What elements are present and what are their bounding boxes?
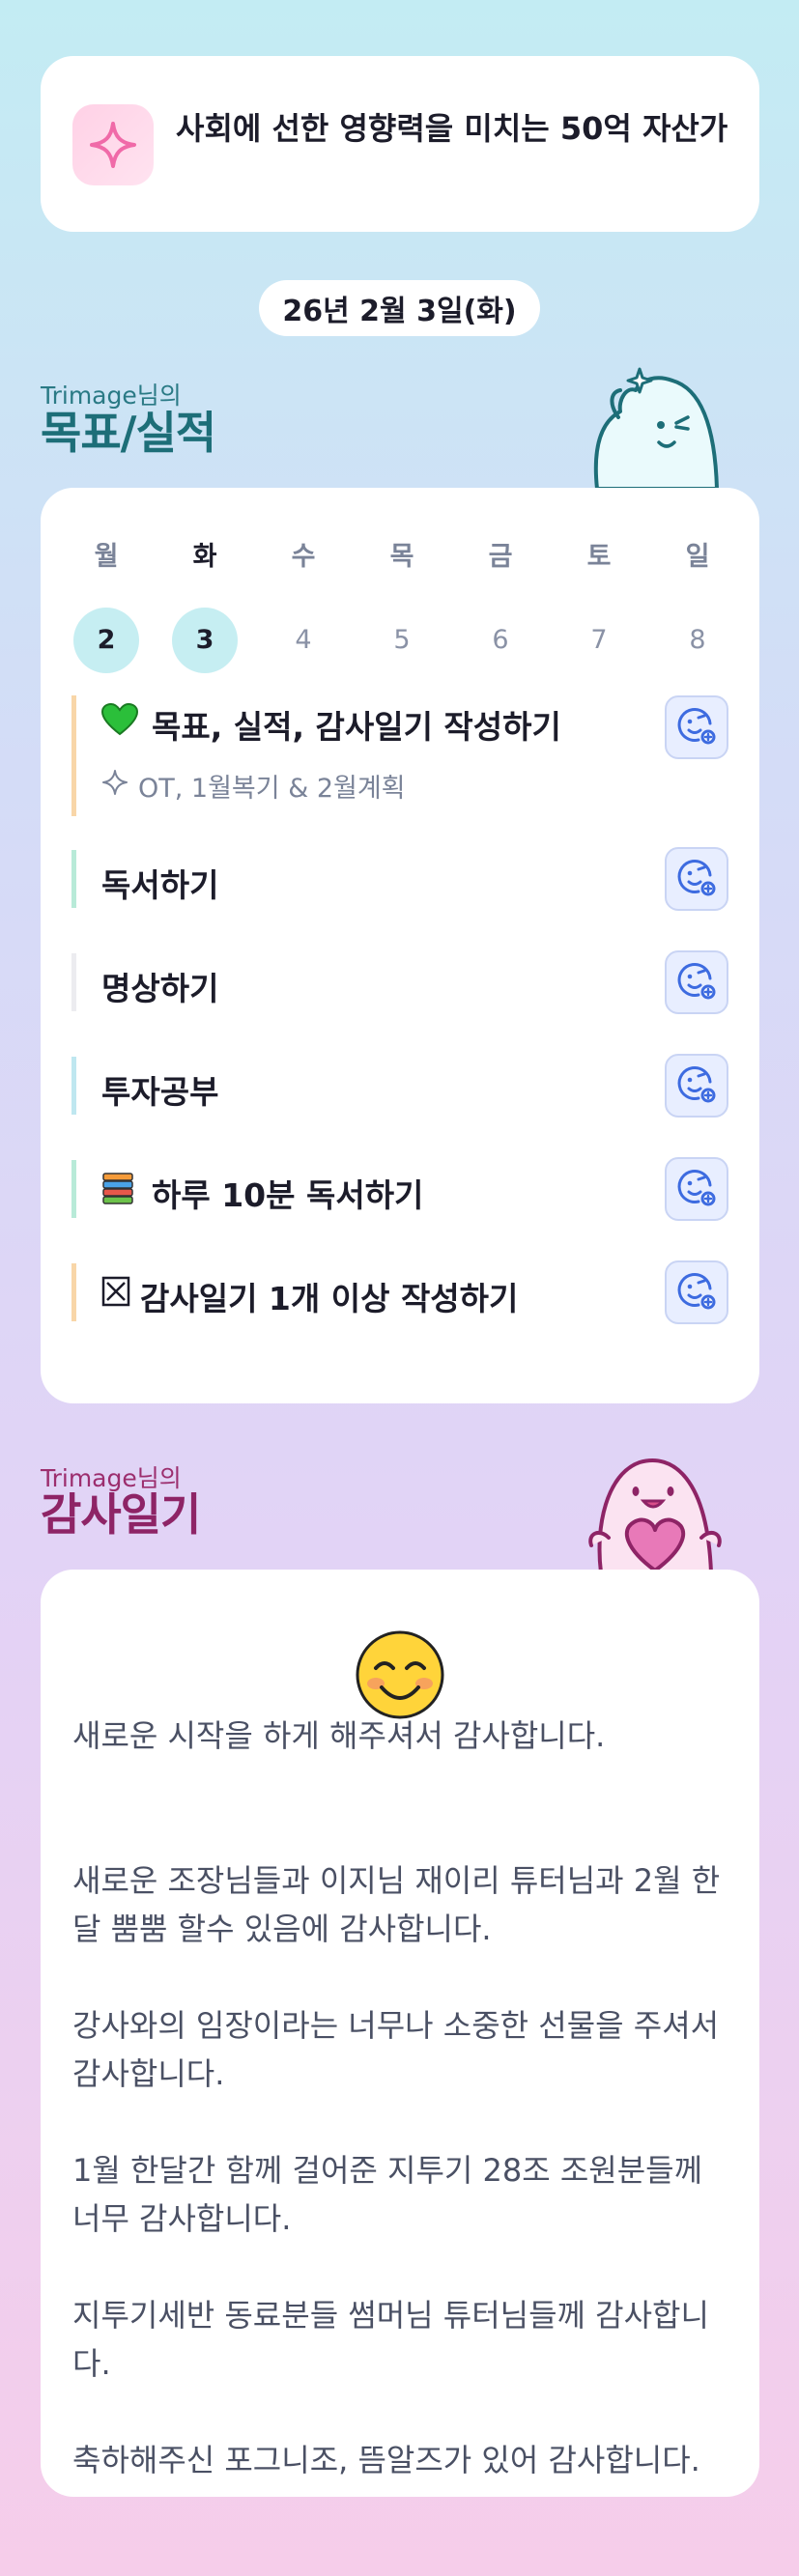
day-column[interactable]: 월2 (72, 538, 140, 673)
smile-plus-icon (675, 1269, 718, 1316)
day-number: 7 (590, 625, 608, 655)
mascot-ghost-icon (593, 367, 719, 491)
day-number: 2 (73, 608, 139, 673)
day-column[interactable]: 토7 (565, 538, 633, 673)
green-heart-icon (100, 702, 139, 740)
task-label: 투자공부 (101, 1073, 219, 1111)
task-row[interactable]: 목표, 실적, 감사일기 작성하기 OT, 1월복기 & 2월계획 (71, 695, 728, 816)
add-reaction-button[interactable] (665, 847, 728, 911)
day-number: 4 (295, 625, 312, 655)
gratitude-entry: 강사와의 임장이라는 너무나 소중한 선물을 주셔서 감사합니다. (72, 2007, 720, 2092)
day-name: 금 (488, 542, 513, 572)
task-row[interactable]: 감사일기 1개 이상 작성하기 (71, 1260, 728, 1324)
day-column[interactable]: 수4 (270, 538, 337, 673)
task-label: 감사일기 1개 이상 작성하기 (140, 1280, 519, 1317)
day-number: 3 (172, 608, 238, 673)
day-column[interactable]: 일8 (664, 538, 731, 673)
task-subtitle: OT, 1월복기 & 2월계획 (138, 774, 406, 804)
add-reaction-button[interactable] (665, 1260, 728, 1324)
sparkle-icon (72, 104, 154, 185)
goal-title: 사회에 선한 영향력을 미치는 50억 자산가 (176, 110, 728, 147)
smiling-face-icon (355, 1629, 445, 1724)
goal-card[interactable]: 사회에 선한 영향력을 미치는 50억 자산가 (41, 56, 759, 232)
task-label: 독서하기 (101, 866, 219, 904)
gratitude-entry: 1월 한달간 함께 걸어준 지투기 28조 조원분들께 너무 감사합니다. (72, 2152, 703, 2237)
date-pill[interactable]: 26년 2월 3일(화) (259, 280, 540, 336)
day-number: 6 (492, 625, 509, 655)
mascot-heart-icon (588, 1458, 722, 1572)
day-name: 목 (389, 542, 414, 572)
day-name: 일 (685, 542, 710, 572)
task-row[interactable]: 투자공부 (71, 1054, 728, 1118)
smile-plus-icon (675, 959, 718, 1005)
day-column[interactable]: 목5 (368, 538, 436, 673)
add-reaction-button[interactable] (665, 950, 728, 1014)
smile-plus-icon (675, 1062, 718, 1109)
task-row[interactable]: 독서하기 (71, 847, 728, 911)
goals-card: 월2화3수4목5금6토7일8 목표, 실적, 감사일기 작성하기 OT, 1월복기… (41, 488, 759, 1403)
add-reaction-button[interactable] (665, 695, 728, 759)
smile-plus-icon (675, 1166, 718, 1212)
day-column[interactable]: 금6 (467, 538, 534, 673)
books-icon (101, 1172, 134, 1210)
goals-section-heading: 목표/실적 (41, 407, 216, 459)
day-name: 월 (94, 542, 119, 572)
day-number: 5 (393, 625, 411, 655)
task-row[interactable]: 하루 10분 독서하기 (71, 1157, 728, 1221)
day-name: 화 (192, 542, 217, 572)
add-reaction-button[interactable] (665, 1054, 728, 1118)
task-row[interactable]: 명상하기 (71, 950, 728, 1014)
day-number: 8 (689, 625, 706, 655)
smile-plus-icon (675, 856, 718, 902)
gratitude-entry: 새로운 조장님들과 이지님 재이리 튜터님과 2월 한달 뿜뿜 할수 있음에 감… (72, 1862, 721, 1947)
day-column[interactable]: 화3 (171, 538, 239, 673)
add-reaction-button[interactable] (665, 1157, 728, 1221)
smile-plus-icon (675, 704, 718, 750)
task-label: 하루 10분 독서하기 (152, 1176, 424, 1214)
day-name: 토 (586, 542, 612, 572)
ballot-box-x-icon (101, 1275, 130, 1312)
thanks-section-heading: 감사일기 (41, 1488, 201, 1541)
gratitude-entry: 지투기세반 동료분들 썸머님 튜터님들께 감사합니다. (72, 2297, 709, 2382)
gratitude-entry: 새로운 시작을 하게 해주셔서 감사합니다. (72, 1717, 606, 1754)
gratitude-card: 새로운 시작을 하게 해주셔서 감사합니다. 새로운 조장님들과 이지님 재이리 … (41, 1570, 759, 2497)
day-name: 수 (291, 542, 316, 572)
task-label: 명상하기 (101, 970, 219, 1007)
task-label: 목표, 실적, 감사일기 작성하기 (152, 708, 561, 746)
sparkle-outline-icon (101, 769, 128, 800)
gratitude-entry: 축하해주신 포그니조, 뜸알즈가 있어 감사합니다. (72, 2442, 700, 2478)
